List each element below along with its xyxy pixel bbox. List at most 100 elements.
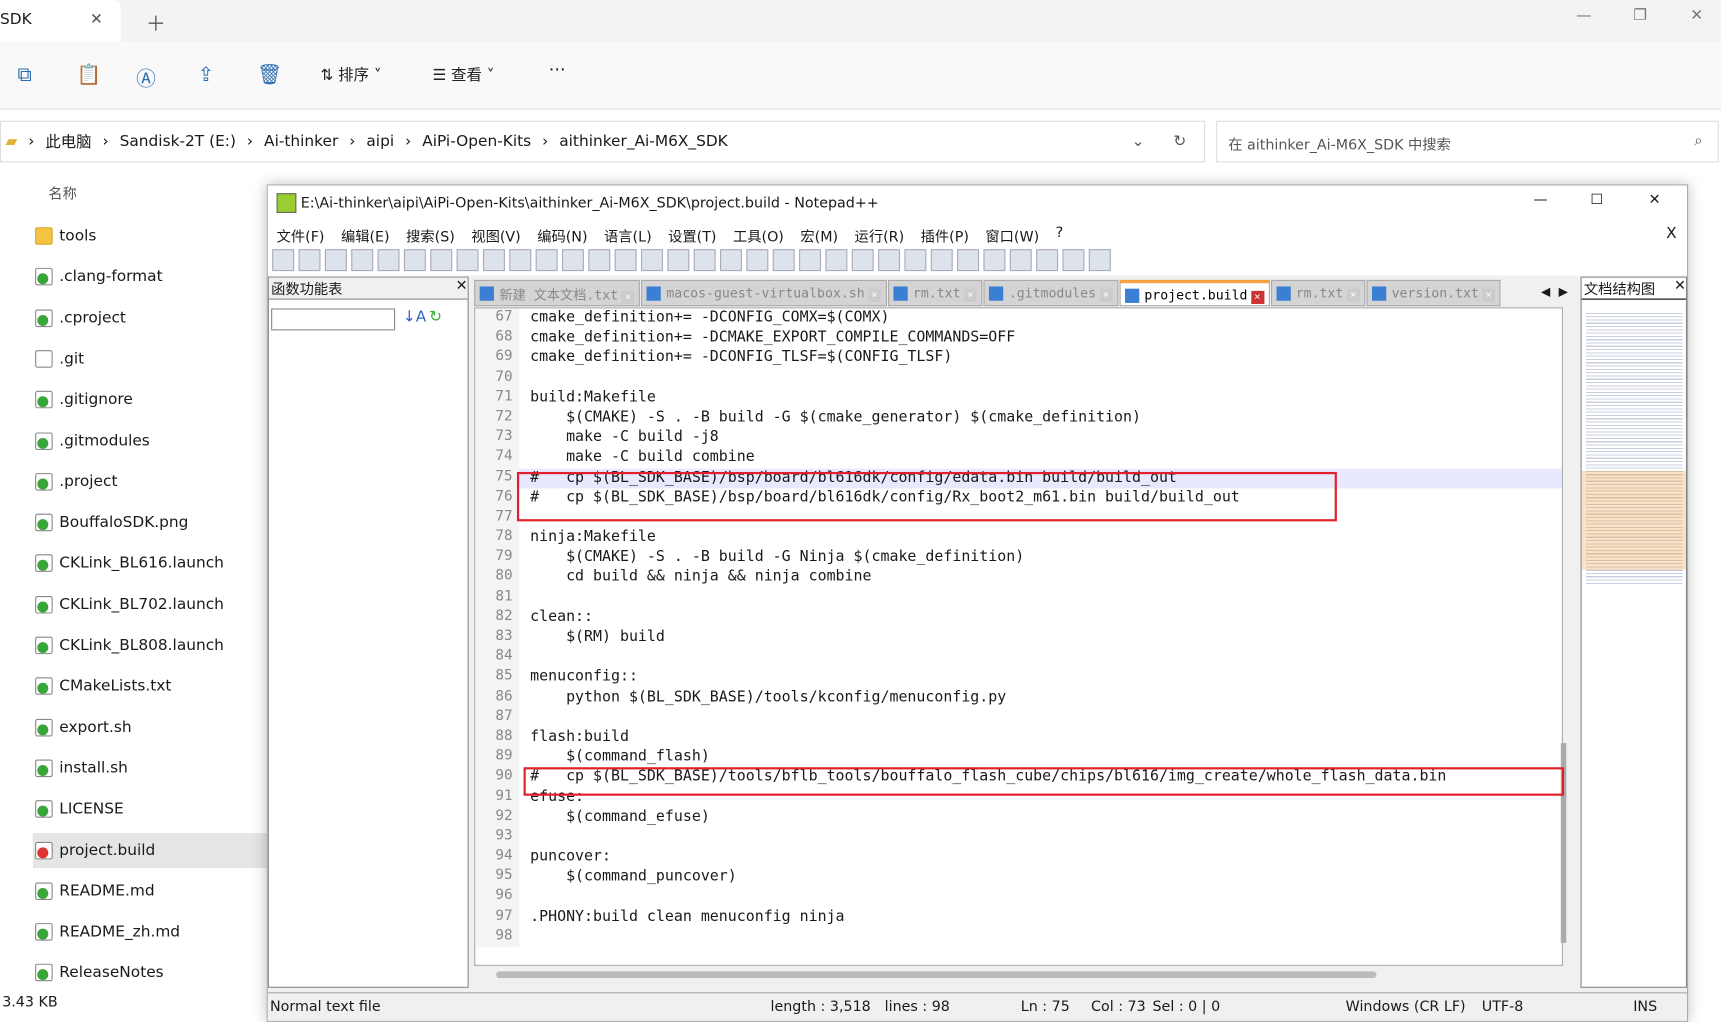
breadcrumb-item[interactable]: aithinker_Ai-M6X_SDK	[559, 133, 727, 151]
editor-tab[interactable]: rm.txt ✕	[1270, 279, 1366, 307]
toolbar-button-icon[interactable]	[351, 249, 374, 272]
refresh-icon[interactable]: ↻	[429, 308, 442, 326]
toolbar-button-icon[interactable]	[693, 249, 716, 272]
toolbar-button-icon[interactable]	[746, 249, 769, 272]
file-item[interactable]: .cproject	[33, 300, 267, 335]
file-item[interactable]: .gitignore	[33, 382, 267, 417]
toolbar-button-icon[interactable]	[482, 249, 505, 272]
close-tab-icon[interactable]: ✕	[1482, 288, 1496, 302]
paste-icon[interactable]: 📋	[77, 64, 102, 87]
toolbar-button-icon[interactable]	[588, 249, 611, 272]
share-icon[interactable]: ⇪	[198, 64, 215, 87]
file-item[interactable]: install.sh	[33, 751, 267, 786]
minimize-icon[interactable]: —	[1576, 7, 1591, 25]
close-icon[interactable]: ✕	[1649, 192, 1661, 208]
toolbar-button-icon[interactable]	[272, 249, 295, 272]
menu-item[interactable]: 视图(V)	[471, 225, 520, 247]
close-tab-icon[interactable]: ✕	[1346, 288, 1360, 302]
toolbar-button-icon[interactable]	[1062, 249, 1085, 272]
file-item[interactable]: project.build	[32, 832, 267, 868]
file-item[interactable]: tools	[33, 218, 267, 253]
menu-item[interactable]: ?	[1056, 225, 1064, 247]
editor-tab[interactable]: .gitmodules ✕	[983, 279, 1119, 307]
toolbar-button-icon[interactable]	[509, 249, 532, 272]
toolbar-button-icon[interactable]	[799, 249, 822, 272]
toolbar-button-icon[interactable]	[825, 249, 848, 272]
minimize-icon[interactable]: —	[1533, 192, 1547, 208]
search-input[interactable]: 在 aithinker_Ai-M6X_SDK 中搜索 ⌕	[1216, 120, 1719, 163]
menu-item[interactable]: 编辑(E)	[341, 225, 390, 247]
address-bar[interactable]: ▰ › 此电脑 › Sandisk-2T (E:) › Ai-thinker › aip…	[0, 120, 1206, 163]
file-item[interactable]: .project	[33, 464, 267, 499]
editor-tab[interactable]: 新建 文本文档.txt ✕	[474, 279, 641, 307]
breadcrumb-item[interactable]: 此电脑	[45, 131, 91, 153]
toolbar-button-icon[interactable]	[640, 249, 663, 272]
file-item[interactable]: CKLink_BL702.launch	[33, 587, 267, 622]
toolbar-button-icon[interactable]	[667, 249, 690, 272]
close-tab-icon[interactable]: ✕	[1099, 288, 1113, 302]
toolbar-button-icon[interactable]	[614, 249, 637, 272]
function-search-input[interactable]	[271, 308, 396, 331]
eol-format[interactable]: Windows (CR LF)	[1346, 999, 1466, 1015]
menu-item[interactable]: 插件(P)	[921, 225, 969, 247]
editor-tab[interactable]: rm.txt ✕	[887, 279, 983, 307]
file-item[interactable]: export.sh	[33, 710, 267, 745]
toolbar-button-icon[interactable]	[878, 249, 901, 272]
more-button[interactable]: ···	[549, 59, 566, 80]
toolbar-button-icon[interactable]	[535, 249, 558, 272]
close-tab-icon[interactable]: ✕	[621, 290, 635, 305]
file-item[interactable]: README_zh.md	[33, 914, 267, 949]
toolbar-button-icon[interactable]	[1088, 249, 1111, 272]
horizontal-scrollbar[interactable]	[496, 971, 1377, 978]
menu-item[interactable]: 窗口(W)	[985, 225, 1039, 247]
toolbar-button-icon[interactable]	[561, 249, 584, 272]
toolbar-button-icon[interactable]	[930, 249, 953, 272]
toolbar-button-icon[interactable]	[403, 249, 426, 272]
close-icon[interactable]: ✕	[456, 278, 468, 299]
toolbar-button-icon[interactable]	[377, 249, 400, 272]
sort-button[interactable]: ⇅ 排序 ˅	[320, 64, 381, 86]
refresh-icon[interactable]: ↻	[1173, 133, 1186, 151]
toolbar-button-icon[interactable]	[957, 249, 980, 272]
rename-icon[interactable]: Ⓐ	[136, 64, 156, 93]
code-editor[interactable]: 67 cmake_definition+= -DCONFIG_COMX=$(COM…	[474, 307, 1563, 966]
breadcrumb-item[interactable]: AiPi-Open-Kits	[422, 133, 531, 151]
breadcrumb-item[interactable]: aipi	[366, 133, 394, 151]
toolbar-button-icon[interactable]	[720, 249, 742, 272]
close-tab-icon[interactable]: ✕	[867, 288, 882, 302]
close-tab-icon[interactable]: ✕	[1250, 290, 1264, 305]
new-tab-icon[interactable]: ＋	[146, 9, 166, 38]
menu-item[interactable]: 设置(T)	[668, 225, 716, 247]
toolbar-button-icon[interactable]	[983, 249, 1006, 272]
toolbar-button-icon[interactable]	[851, 249, 874, 272]
toolbar-button-icon[interactable]	[1036, 249, 1059, 272]
file-item[interactable]: README.md	[33, 873, 267, 908]
restore-icon[interactable]: ❐	[1633, 7, 1647, 25]
file-item[interactable]: CMakeLists.txt	[33, 669, 267, 704]
menu-item[interactable]: 宏(M)	[800, 225, 838, 247]
copy-icon[interactable]: ⧉	[18, 64, 32, 87]
sort-icon[interactable]: ↓A	[403, 308, 426, 326]
breadcrumb-item[interactable]: Ai-thinker	[264, 133, 338, 151]
close-tab-icon[interactable]: ✕	[963, 288, 977, 302]
toolbar-button-icon[interactable]	[298, 249, 321, 272]
menu-item[interactable]: 工具(O)	[733, 225, 784, 247]
menu-item[interactable]: 文件(F)	[277, 225, 325, 247]
close-icon[interactable]: ✕	[1674, 278, 1686, 294]
delete-icon[interactable]: 🗑	[257, 64, 282, 87]
document-map-viewport[interactable]	[1581, 470, 1686, 570]
toolbar-button-icon[interactable]	[1009, 249, 1032, 272]
file-item[interactable]: ReleaseNotes	[33, 955, 267, 990]
view-button[interactable]: ☰ 查看 ˅	[432, 64, 494, 86]
toolbar-button-icon[interactable]	[324, 249, 347, 272]
file-item[interactable]: .gitmodules	[33, 423, 267, 458]
toolbar-button-icon[interactable]	[456, 249, 479, 272]
file-item[interactable]: BouffaloSDK.png	[33, 505, 267, 540]
chevron-down-icon[interactable]: ⌄	[1132, 133, 1145, 151]
breadcrumb-item[interactable]: Sandisk-2T (E:)	[120, 133, 236, 151]
menu-item[interactable]: 语言(L)	[604, 225, 652, 247]
maximize-icon[interactable]: ☐	[1590, 192, 1603, 208]
file-item[interactable]: CKLink_BL616.launch	[33, 546, 267, 581]
menu-item[interactable]: 搜索(S)	[406, 225, 455, 247]
toolbar-button-icon[interactable]	[430, 249, 453, 272]
